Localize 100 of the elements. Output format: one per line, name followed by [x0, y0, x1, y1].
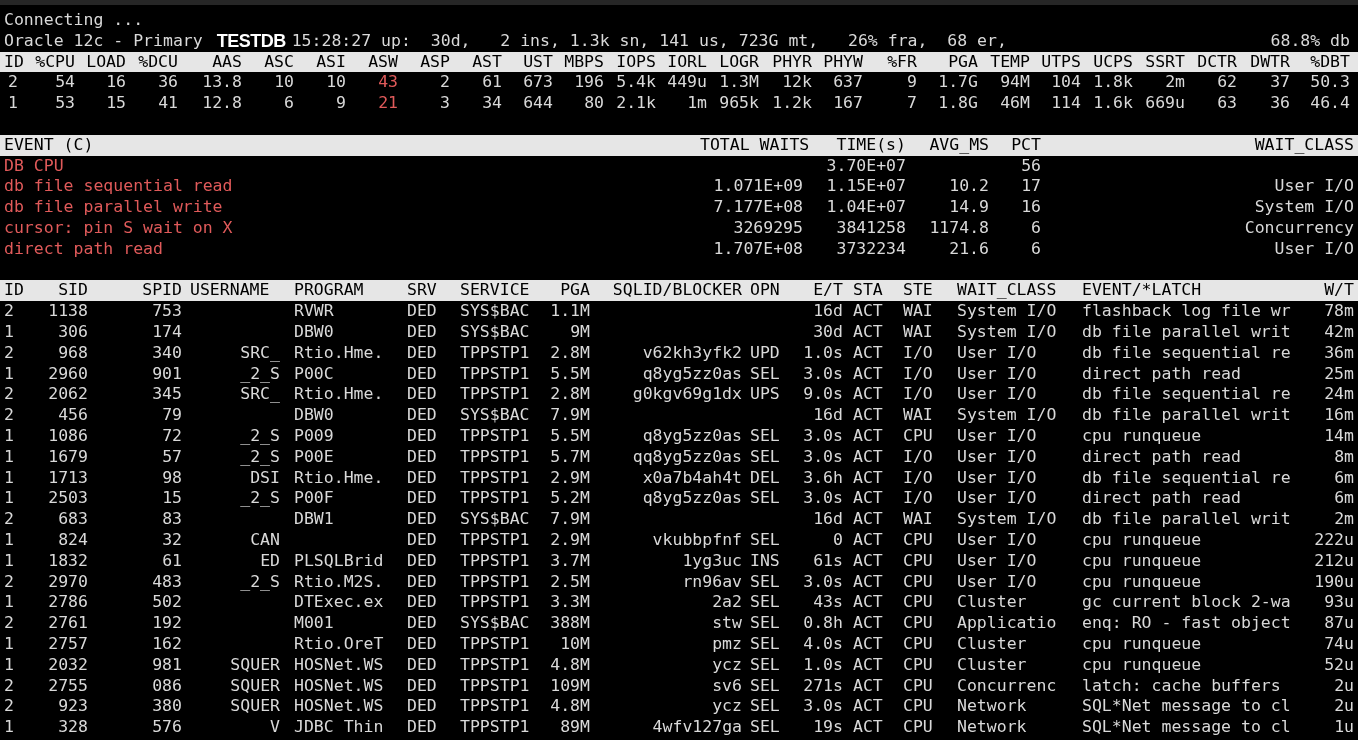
table-cell: 14.9 — [949, 197, 989, 217]
db-share-text: 68.8% db — [1270, 30, 1351, 52]
table-cell: SYS$BAC — [460, 405, 530, 425]
table-cell: 1 — [4, 592, 14, 612]
table-cell: User I/O — [957, 363, 1037, 383]
table-cell: 1713 — [48, 467, 88, 487]
table-cell: I/O — [903, 342, 933, 362]
table-cell: TPPSTP1 — [460, 633, 530, 653]
table-cell: Applicatio — [957, 613, 1057, 633]
table-cell: 9 — [907, 72, 917, 92]
table-cell: 1.6k — [1093, 93, 1133, 113]
table-cell: 3.0s — [803, 363, 843, 383]
column-header: W/T — [1324, 280, 1354, 300]
column-header: OPN — [750, 280, 780, 300]
table-cell: 5.4k — [616, 72, 656, 92]
table-cell: 2503 — [48, 488, 88, 508]
column-header: AST — [472, 51, 502, 71]
table-cell: db file sequential re — [1082, 384, 1291, 404]
table-cell: 3.7M — [550, 550, 590, 570]
column-header: SID — [58, 280, 88, 300]
table-cell: I/O — [903, 384, 933, 404]
table-cell: SQUER — [230, 654, 280, 674]
table-cell: 94M — [1000, 72, 1030, 92]
table-cell: M001 — [294, 613, 334, 633]
table-cell: ACT — [853, 321, 883, 341]
table-cell: User I/O — [957, 529, 1037, 549]
table-cell: 1 — [4, 550, 14, 570]
table-cell: 15 — [162, 488, 182, 508]
table-cell: direct path read — [1082, 446, 1241, 466]
table-cell: TPPSTP1 — [460, 571, 530, 591]
table-cell: 17 — [1021, 176, 1041, 196]
table-cell: 25m — [1324, 363, 1354, 383]
table-cell: 72 — [162, 425, 182, 445]
table-cell: DBW0 — [294, 321, 334, 341]
table-cell: DED — [407, 467, 437, 487]
table-cell: DBW1 — [294, 509, 334, 529]
column-header: PHYW — [823, 51, 863, 71]
table-cell: 43s — [813, 592, 843, 612]
table-cell: ycz — [712, 654, 742, 674]
table-cell: 9M — [570, 321, 590, 341]
table-cell: SEL — [750, 363, 780, 383]
table-cell: User I/O — [957, 384, 1037, 404]
table-cell: db file parallel write — [4, 197, 223, 217]
table-cell: 78m — [1324, 301, 1354, 321]
table-cell: 3.70E+07 — [826, 155, 906, 175]
table-cell: 1 — [4, 425, 14, 445]
table-cell: SEL — [750, 717, 780, 737]
table-cell: db file sequential re — [1082, 467, 1291, 487]
table-cell: cpu runqueue — [1082, 425, 1202, 445]
table-cell: q8yg5zz0as — [642, 363, 742, 383]
table-cell: 824 — [58, 529, 88, 549]
table-cell: 328 — [58, 717, 88, 737]
table-cell: HOSNet.WS — [294, 696, 384, 716]
table-cell: P00F — [294, 488, 334, 508]
table-cell: 174 — [152, 321, 182, 341]
table-cell: 89M — [560, 717, 590, 737]
table-cell: _2_S — [240, 425, 280, 445]
table-cell: 79 — [162, 405, 182, 425]
table-cell: DED — [407, 571, 437, 591]
table-cell: 30d — [813, 321, 843, 341]
table-cell: 2 — [4, 342, 14, 362]
table-cell: TPPSTP1 — [460, 467, 530, 487]
table-cell: g0kgv69g1dx — [632, 384, 742, 404]
table-cell: P00E — [294, 446, 334, 466]
table-cell: enq: RO - fast object — [1082, 613, 1291, 633]
table-cell: 1 — [4, 654, 14, 674]
table-cell: V — [270, 717, 280, 737]
table-cell: User I/O — [957, 342, 1037, 362]
table-cell: 61 — [162, 550, 182, 570]
table-cell: TPPSTP1 — [460, 717, 530, 737]
column-header: ASC — [264, 51, 294, 71]
table-cell: 1 — [4, 446, 14, 466]
table-cell: ACT — [853, 613, 883, 633]
table-cell: 57 — [162, 446, 182, 466]
table-cell: Concurrenc — [957, 675, 1057, 695]
table-cell: 2.9M — [550, 467, 590, 487]
table-cell: HOSNet.WS — [294, 654, 384, 674]
table-cell: latch: cache buffers — [1082, 675, 1281, 695]
table-cell: 54 — [55, 72, 75, 92]
table-cell: v62kh3yfk2 — [642, 342, 742, 362]
table-cell: I/O — [903, 446, 933, 466]
table-cell: ACT — [853, 509, 883, 529]
table-cell: 965k — [719, 93, 759, 113]
column-header: ID — [4, 51, 24, 71]
table-cell: db file parallel writ — [1082, 509, 1291, 529]
table-cell: cpu runqueue — [1082, 633, 1202, 653]
column-header: SSRT — [1145, 51, 1185, 71]
table-cell: I/O — [903, 488, 933, 508]
table-cell: DED — [407, 529, 437, 549]
table-cell: 5.5M — [550, 363, 590, 383]
table-cell: 56 — [1021, 155, 1041, 175]
table-cell: ACT — [853, 342, 883, 362]
table-cell: Cluster — [957, 633, 1027, 653]
table-cell: 87u — [1324, 613, 1354, 633]
table-cell: Network — [957, 696, 1027, 716]
table-cell: TPPSTP1 — [460, 654, 530, 674]
table-cell: ACT — [853, 633, 883, 653]
table-cell: SEL — [750, 654, 780, 674]
table-cell: 753 — [152, 301, 182, 321]
table-cell: 576 — [152, 717, 182, 737]
